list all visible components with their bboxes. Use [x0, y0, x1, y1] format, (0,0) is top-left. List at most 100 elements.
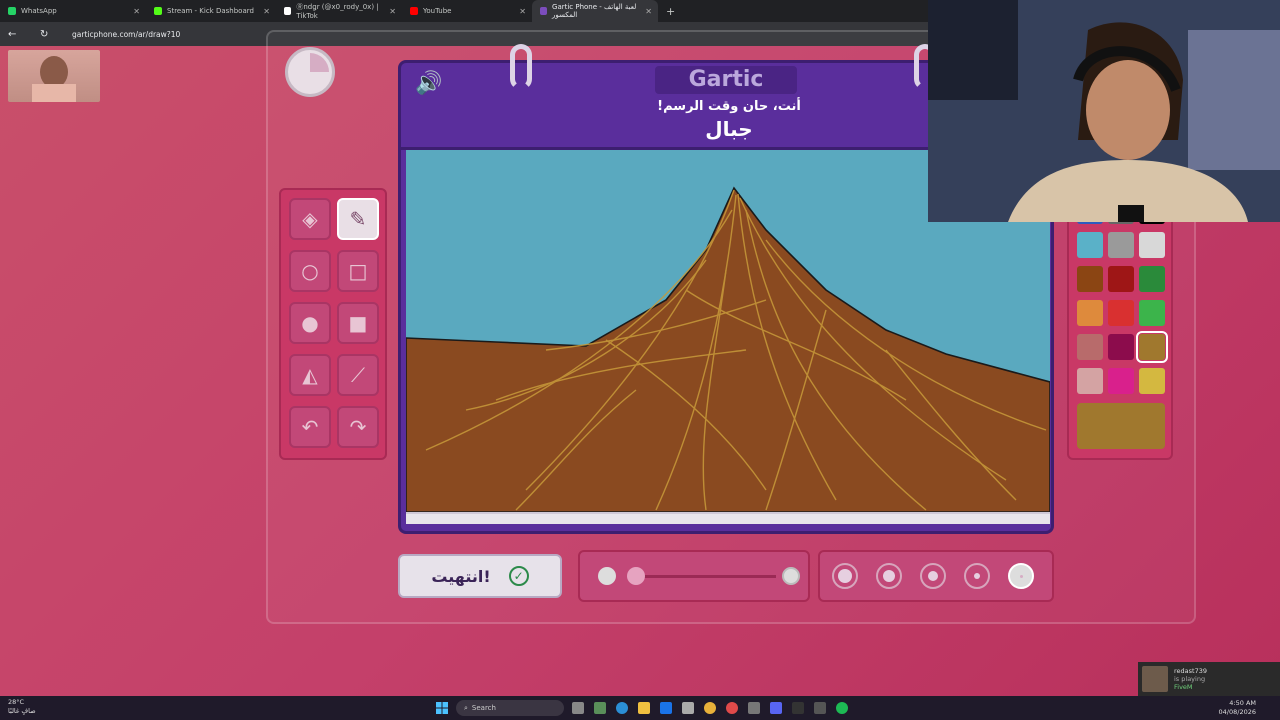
- color-swatch[interactable]: [1108, 368, 1134, 394]
- pencil-icon: ✎: [349, 207, 367, 231]
- browser-tab[interactable]: YouTube ✕: [402, 0, 532, 22]
- color-swatch[interactable]: [1108, 300, 1134, 326]
- close-icon[interactable]: ✕: [133, 7, 140, 16]
- close-icon[interactable]: ✕: [263, 7, 270, 16]
- check-icon: ✓: [508, 566, 529, 586]
- brush-size-dot-icon: [838, 569, 852, 583]
- eraser-tool[interactable]: ◈: [289, 198, 331, 240]
- color-swatch[interactable]: [1139, 232, 1165, 258]
- tab-label: WhatsApp: [21, 7, 57, 15]
- fill-bucket-tool[interactable]: ◭: [289, 354, 331, 396]
- tab-favicon-icon: [410, 7, 418, 15]
- brush-size-dot-icon: [883, 570, 895, 582]
- rectangle-fill-tool[interactable]: ■: [337, 302, 379, 344]
- browser-tab[interactable]: Gartic Phone - لعبة الهاتف المكسور ✕: [532, 0, 658, 22]
- spotify-icon[interactable]: [836, 702, 848, 714]
- line-tool[interactable]: ⟋: [337, 354, 379, 396]
- redo-icon: ↷: [349, 415, 367, 439]
- speaker-icon[interactable]: 🔊: [415, 71, 442, 96]
- windows-start-icon[interactable]: [436, 702, 448, 714]
- close-icon[interactable]: ✕: [389, 7, 396, 16]
- app-icon[interactable]: [792, 702, 804, 714]
- search-icon: ⌕: [464, 703, 468, 712]
- canvas-page-edge: [406, 512, 1050, 524]
- avatar: [1142, 666, 1168, 692]
- color-swatch[interactable]: [1108, 266, 1134, 292]
- brush-size-button[interactable]: [1008, 563, 1034, 589]
- close-icon[interactable]: ✕: [519, 7, 526, 16]
- browser-tab[interactable]: Stream - Kick Dashboard ✕: [146, 0, 276, 22]
- opacity-min-icon: [598, 567, 616, 585]
- opacity-max-icon: [782, 567, 800, 585]
- notification-status: is playing: [1174, 675, 1206, 683]
- opacity-slider-panel: [578, 550, 810, 602]
- color-swatch[interactable]: [1077, 368, 1103, 394]
- tab-label: Ⓡndǥr (@x0_rody_0x) | TikTok: [296, 3, 379, 20]
- color-swatch[interactable]: [1139, 368, 1165, 394]
- redo-tool[interactable]: ↷: [337, 406, 379, 448]
- discord-icon[interactable]: [770, 702, 782, 714]
- system-clock[interactable]: 4:50 AM 04/08/2026: [1219, 699, 1256, 717]
- tools-panel: ◈ ✎ ○ □ ● ■ ◭ ⟋ ↶ ↷: [279, 188, 387, 460]
- color-swatch[interactable]: [1108, 334, 1134, 360]
- undo-icon: ↶: [301, 415, 319, 439]
- square-outline-icon: □: [348, 259, 368, 283]
- app-icon[interactable]: [682, 702, 694, 714]
- color-swatch[interactable]: [1077, 232, 1103, 258]
- done-button-label: انتهيت!: [431, 566, 491, 586]
- edge-icon[interactable]: [616, 702, 628, 714]
- app-icon[interactable]: [594, 702, 606, 714]
- done-button[interactable]: انتهيت! ✓: [398, 554, 562, 598]
- close-icon[interactable]: ✕: [645, 7, 652, 16]
- circle-fill-icon: ●: [301, 311, 319, 335]
- brush-size-button[interactable]: [832, 563, 858, 589]
- tab-favicon-icon: [284, 7, 292, 15]
- weather-temp: 28°C: [8, 698, 25, 706]
- app-icon[interactable]: [660, 702, 672, 714]
- brush-size-button[interactable]: [920, 563, 946, 589]
- tab-favicon-icon: [154, 7, 162, 15]
- file-explorer-icon[interactable]: [638, 702, 650, 714]
- app-icon[interactable]: [748, 702, 760, 714]
- browser-tab[interactable]: Ⓡndǥr (@x0_rody_0x) | TikTok ✕: [276, 0, 402, 22]
- rectangle-outline-tool[interactable]: □: [337, 250, 379, 292]
- binder-ring-icon: [510, 44, 532, 90]
- windows-taskbar: 28°C صافٍ غالبًا ⌕ Search 4:50 AM 04/08/…: [0, 696, 1280, 720]
- color-swatch[interactable]: [1136, 331, 1168, 363]
- brush-size-button[interactable]: [876, 563, 902, 589]
- chrome-icon[interactable]: [704, 702, 716, 714]
- color-swatch[interactable]: [1077, 266, 1103, 292]
- search-label: Search: [471, 704, 496, 712]
- back-icon[interactable]: ←: [8, 29, 16, 40]
- ellipse-fill-tool[interactable]: ●: [289, 302, 331, 344]
- taskbar-search[interactable]: ⌕ Search: [456, 700, 564, 716]
- app-icon[interactable]: [726, 702, 738, 714]
- task-view-icon[interactable]: [572, 702, 584, 714]
- weather-widget[interactable]: 28°C صافٍ غالبًا: [8, 698, 36, 716]
- notification-game: FiveM: [1174, 683, 1193, 691]
- ellipse-outline-tool[interactable]: ○: [289, 250, 331, 292]
- color-swatch[interactable]: [1077, 300, 1103, 326]
- color-swatch[interactable]: [1077, 334, 1103, 360]
- opacity-slider-handle[interactable]: [627, 567, 645, 585]
- brush-size-dot-icon: [1019, 574, 1023, 578]
- brush-size-button[interactable]: [964, 563, 990, 589]
- pencil-tool[interactable]: ✎: [337, 198, 379, 240]
- weather-desc: صافٍ غالبًا: [8, 707, 36, 715]
- undo-tool[interactable]: ↶: [289, 406, 331, 448]
- activity-notification: redast739 is playing FiveM: [1138, 662, 1280, 696]
- opacity-slider-track[interactable]: [636, 575, 776, 578]
- new-tab-icon[interactable]: +: [666, 5, 675, 18]
- refresh-icon[interactable]: ↻: [40, 29, 48, 40]
- color-swatch[interactable]: [1108, 232, 1134, 258]
- url-text[interactable]: garticphone.com/ar/draw?10: [72, 30, 180, 39]
- browser-tab[interactable]: WhatsApp ✕: [0, 0, 146, 22]
- square-fill-icon: ■: [348, 311, 368, 335]
- tab-label: Stream - Kick Dashboard: [167, 7, 254, 15]
- color-swatch[interactable]: [1139, 300, 1165, 326]
- color-swatch[interactable]: [1139, 266, 1165, 292]
- app-icon[interactable]: [814, 702, 826, 714]
- eraser-icon: ◈: [302, 207, 318, 231]
- small-webcam-overlay: [8, 50, 100, 102]
- clock-time: 4:50 AM: [1229, 699, 1256, 707]
